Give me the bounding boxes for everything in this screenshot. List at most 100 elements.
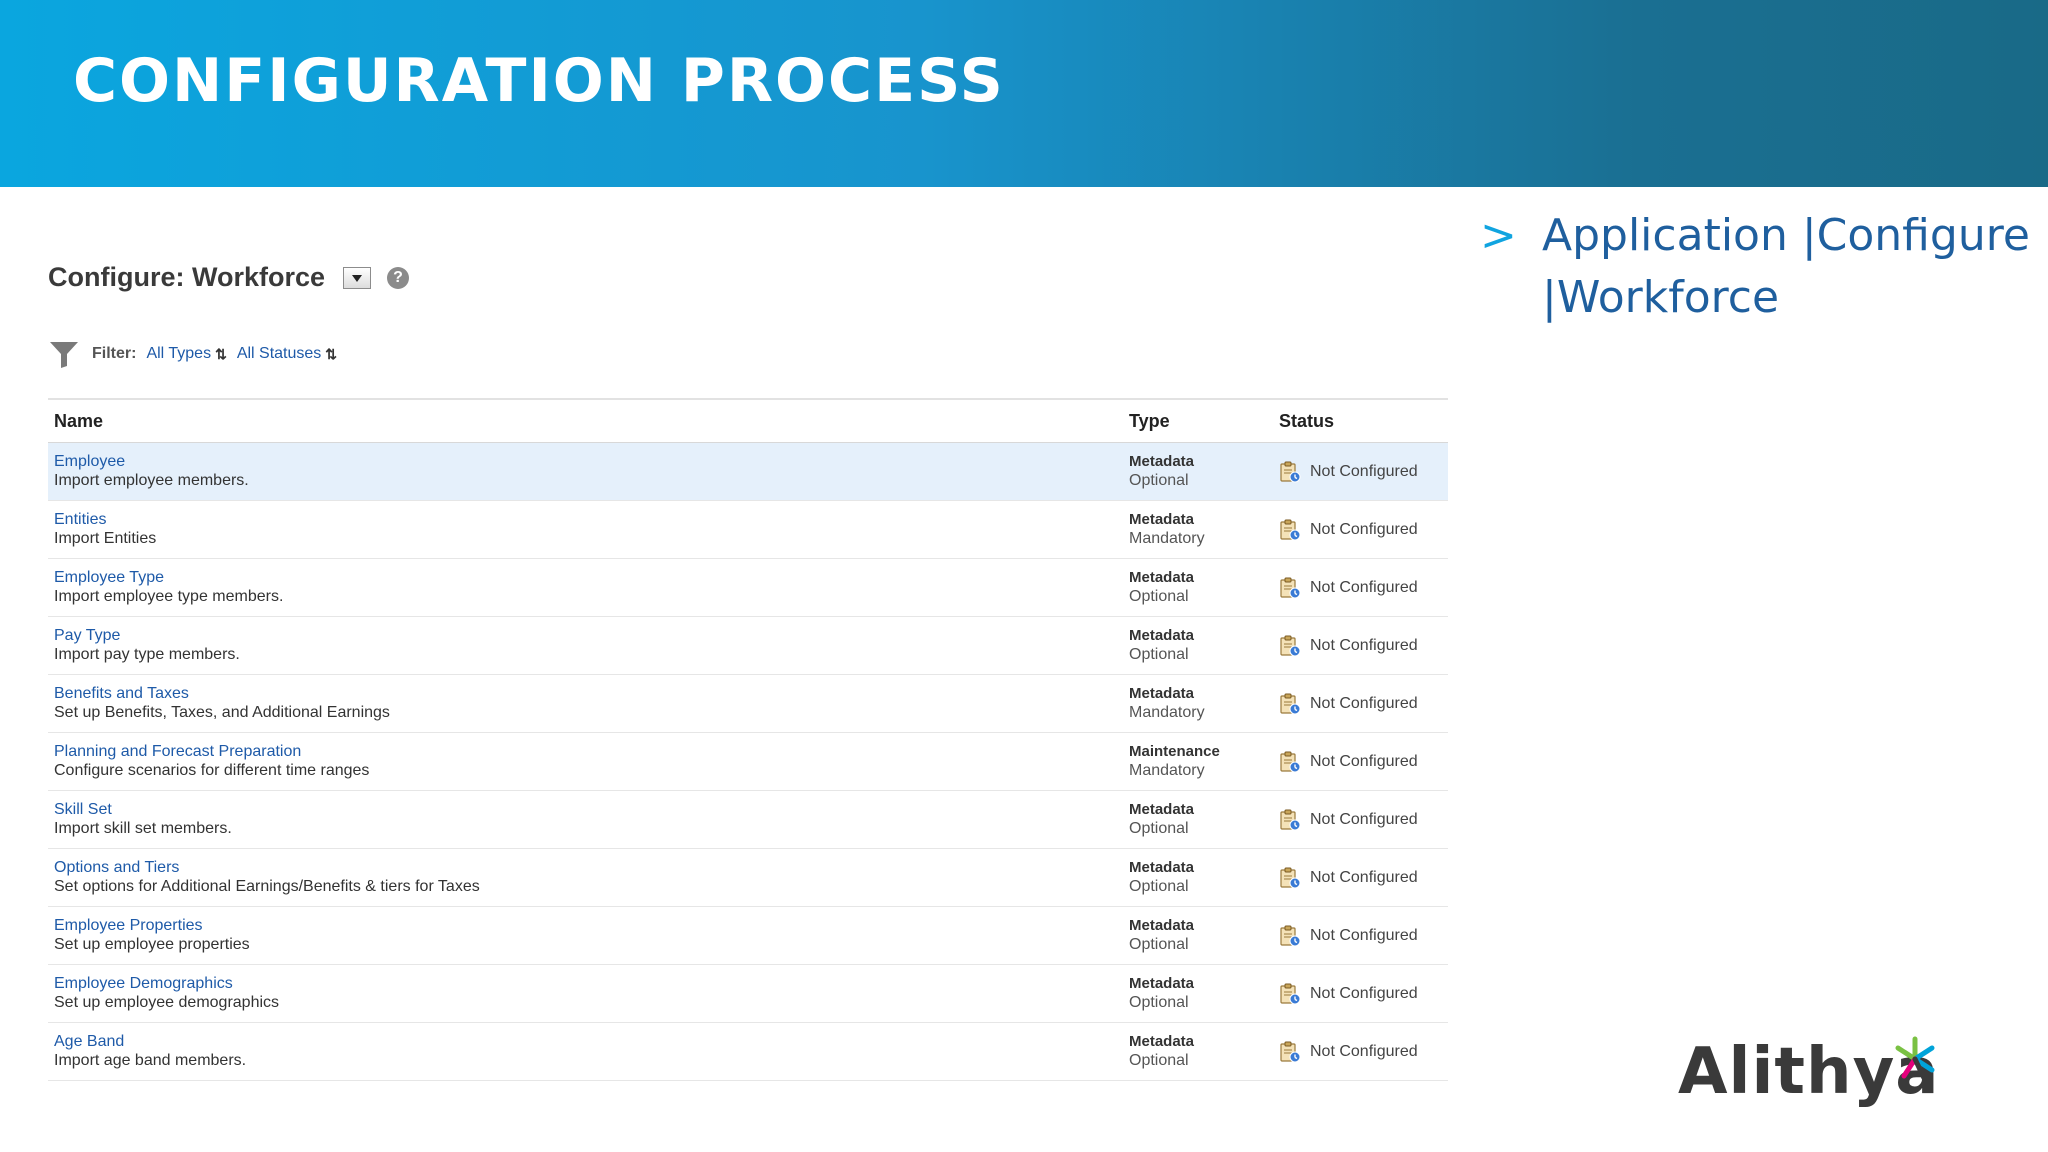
task-type: Metadata: [1129, 975, 1195, 992]
clipboard-status-icon: [1280, 693, 1301, 714]
task-type: Maintenance: [1129, 743, 1220, 760]
filter-label: Filter:: [92, 345, 137, 362]
chevron-right-icon: >: [1480, 210, 1517, 261]
table-row[interactable]: Skill Set Import skill set members. Metada…: [48, 791, 1448, 849]
type-cell: Maintenance Mandatory: [1129, 743, 1279, 780]
type-cell: Metadata Optional: [1129, 975, 1279, 1012]
column-header-type[interactable]: Type: [1129, 411, 1279, 432]
table-row[interactable]: Options and Tiers Set options for Additio…: [48, 849, 1448, 907]
type-cell: Metadata Optional: [1129, 859, 1279, 896]
help-icon[interactable]: ?: [387, 266, 410, 289]
task-type: Metadata: [1129, 453, 1195, 470]
task-description: Set up Benefits, Taxes, and Additional E…: [54, 704, 390, 721]
column-header-status[interactable]: Status: [1279, 411, 1448, 432]
type-cell: Metadata Optional: [1129, 917, 1279, 954]
refresh-icon[interactable]: ⇅: [325, 346, 337, 363]
status-text: Not Configured: [1310, 694, 1418, 712]
clipboard-status-icon: [1280, 867, 1301, 888]
table-row[interactable]: Benefits and Taxes Set up Benefits, Taxes…: [48, 675, 1448, 733]
task-link[interactable]: Benefits and Taxes: [54, 685, 1129, 703]
task-description: Import age band members.: [54, 1052, 247, 1069]
task-type: Metadata: [1129, 917, 1195, 934]
status-cell: Not Configured: [1279, 519, 1448, 541]
clipboard-status-icon: [1280, 635, 1301, 656]
task-requirement: Optional: [1129, 588, 1189, 605]
filter-status-link[interactable]: All Statuses: [237, 345, 321, 363]
filter-bar: Filter: All Types ⇅ All Statuses ⇅: [48, 338, 337, 370]
type-cell: Metadata Mandatory: [1129, 511, 1279, 548]
chevron-down-icon[interactable]: [343, 266, 372, 289]
task-link[interactable]: Options and Tiers: [54, 859, 1129, 877]
name-cell: Employee Properties Set up employee prope…: [48, 917, 1129, 954]
table-row[interactable]: Employee Properties Set up employee prope…: [48, 907, 1448, 965]
task-description: Set options for Additional Earnings/Bene…: [54, 878, 480, 895]
status-text: Not Configured: [1310, 1042, 1418, 1060]
table-row[interactable]: Planning and Forecast Preparation Configu…: [48, 733, 1448, 791]
clipboard-status-icon: [1280, 519, 1301, 540]
task-requirement: Optional: [1129, 936, 1189, 953]
refresh-icon[interactable]: ⇅: [215, 346, 227, 363]
clipboard-status-icon: [1280, 751, 1301, 772]
status-text: Not Configured: [1310, 810, 1418, 828]
status-cell: Not Configured: [1279, 809, 1448, 831]
configure-header: Configure: Workforce ?: [48, 262, 410, 293]
clipboard-status-icon: [1280, 809, 1301, 830]
name-cell: Employee Import employee members.: [48, 453, 1129, 490]
task-link[interactable]: Employee Type: [54, 569, 1129, 587]
task-link[interactable]: Employee Demographics: [54, 975, 1129, 993]
task-requirement: Optional: [1129, 472, 1189, 489]
type-cell: Metadata Optional: [1129, 453, 1279, 490]
name-cell: Benefits and Taxes Set up Benefits, Taxes…: [48, 685, 1129, 722]
name-cell: Entities Import Entities: [48, 511, 1129, 548]
status-text: Not Configured: [1310, 636, 1418, 654]
task-type: Metadata: [1129, 569, 1195, 586]
slide-title: CONFIGURATION PROCESS: [73, 46, 1005, 116]
task-requirement: Mandatory: [1129, 762, 1205, 779]
task-type: Metadata: [1129, 1033, 1195, 1050]
status-cell: Not Configured: [1279, 461, 1448, 483]
task-link[interactable]: Age Band: [54, 1033, 1129, 1051]
task-link[interactable]: Entities: [54, 511, 1129, 529]
task-description: Set up employee demographics: [54, 994, 280, 1011]
task-link[interactable]: Planning and Forecast Preparation: [54, 743, 1129, 761]
status-text: Not Configured: [1310, 868, 1418, 886]
table-row[interactable]: Age Band Import age band members. Metadata…: [48, 1023, 1448, 1081]
task-type: Metadata: [1129, 685, 1195, 702]
status-cell: Not Configured: [1279, 1041, 1448, 1063]
task-link[interactable]: Employee Properties: [54, 917, 1129, 935]
table-row[interactable]: Entities Import Entities Metadata Mandatory…: [48, 501, 1448, 559]
task-link[interactable]: Skill Set: [54, 801, 1129, 819]
name-cell: Planning and Forecast Preparation Configu…: [48, 743, 1129, 780]
task-link[interactable]: Employee: [54, 453, 1129, 471]
table-row[interactable]: Employee Import employee members. Metadata…: [48, 443, 1448, 501]
filter-icon[interactable]: [48, 338, 80, 370]
logo-mark-icon: [1895, 1036, 1935, 1081]
configure-table: Name Type Status Employee Import employee…: [48, 398, 1448, 1081]
name-cell: Options and Tiers Set options for Additio…: [48, 859, 1129, 896]
task-requirement: Mandatory: [1129, 704, 1205, 721]
column-header-name[interactable]: Name: [48, 411, 1129, 432]
type-cell: Metadata Optional: [1129, 1033, 1279, 1070]
table-row[interactable]: Pay Type Import pay type members. Metadata…: [48, 617, 1448, 675]
type-cell: Metadata Optional: [1129, 569, 1279, 606]
status-text: Not Configured: [1310, 578, 1418, 596]
table-row[interactable]: Employee Demographics Set up employee dem…: [48, 965, 1448, 1023]
status-text: Not Configured: [1310, 984, 1418, 1002]
clipboard-status-icon: [1280, 925, 1301, 946]
status-cell: Not Configured: [1279, 693, 1448, 715]
task-description: Set up employee properties: [54, 936, 250, 953]
task-description: Import Entities: [54, 530, 157, 547]
navigation-line-2: |Workforce: [1542, 272, 1780, 323]
task-description: Configure scenarios for different time r…: [54, 762, 370, 779]
type-cell: Metadata Mandatory: [1129, 685, 1279, 722]
name-cell: Employee Demographics Set up employee dem…: [48, 975, 1129, 1012]
status-cell: Not Configured: [1279, 983, 1448, 1005]
task-description: Import employee type members.: [54, 588, 284, 605]
task-description: Import skill set members.: [54, 820, 232, 837]
task-link[interactable]: Pay Type: [54, 627, 1129, 645]
status-text: Not Configured: [1310, 926, 1418, 944]
table-row[interactable]: Employee Type Import employee type member…: [48, 559, 1448, 617]
task-type: Metadata: [1129, 801, 1195, 818]
task-description: Import pay type members.: [54, 646, 240, 663]
filter-type-link[interactable]: All Types: [146, 345, 211, 363]
